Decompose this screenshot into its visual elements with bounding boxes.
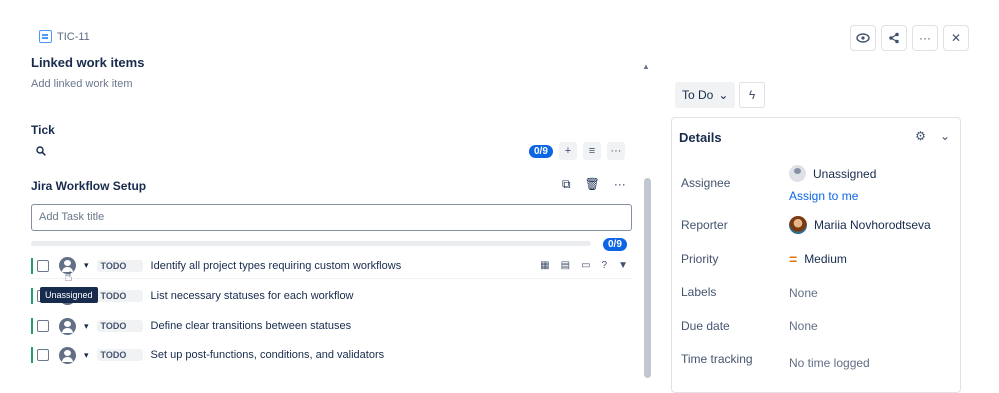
priority-name: Medium: [804, 252, 847, 266]
assign-to-me-link[interactable]: Assign to me: [789, 189, 858, 203]
details-title[interactable]: Details: [679, 130, 722, 145]
chevron-down-icon[interactable]: ▾: [84, 260, 89, 271]
tick-title: Tick: [31, 123, 55, 137]
plus-icon: +: [564, 145, 572, 157]
due-date-label: Due date: [681, 319, 730, 333]
priority-value[interactable]: = Medium: [789, 252, 847, 266]
due-date-value[interactable]: None: [789, 319, 818, 333]
scrollbar[interactable]: [644, 178, 651, 378]
more-icon: ···: [919, 31, 931, 45]
lightning-icon: ϟ: [748, 88, 756, 102]
task-row[interactable]: ▾ TODO Identify all project types requir…: [31, 253, 632, 279]
share-button[interactable]: [881, 25, 907, 51]
assignee-avatar[interactable]: [59, 317, 76, 335]
priority-label: Priority: [681, 252, 719, 266]
task-checkbox[interactable]: [37, 349, 49, 361]
avatar: [789, 216, 807, 234]
status-bar: [31, 257, 33, 274]
issue-key[interactable]: TIC-11: [39, 30, 90, 43]
add-task-input[interactable]: Add Task title: [31, 204, 632, 231]
row-tools: ▦ ▤ ▭ ? ▼: [540, 260, 628, 271]
chevron-down-icon[interactable]: ⌄: [940, 129, 950, 143]
assignee-value[interactable]: Unassigned: [789, 165, 876, 182]
task-type-icon: [39, 30, 52, 43]
close-button[interactable]: ✕: [943, 25, 969, 51]
help-icon[interactable]: ?: [602, 260, 608, 271]
task-row[interactable]: ▾ TODO List necessary statuses for each …: [31, 283, 632, 309]
details-panel: Details ⚙ ⌄ Assignee Unassigned Assign t…: [671, 117, 961, 393]
labels-value[interactable]: None: [789, 286, 818, 300]
top-actions: ··· ✕: [850, 25, 969, 51]
status-lozenge[interactable]: TODO: [96, 290, 143, 302]
add-linked-item[interactable]: Add linked work item: [31, 78, 632, 90]
issue-key-label: TIC-11: [57, 30, 90, 43]
assignee-name: Unassigned: [813, 166, 877, 181]
linked-title: Linked work items: [31, 55, 145, 70]
comment-icon[interactable]: ▤: [561, 260, 570, 271]
more-icon: ···: [610, 145, 622, 157]
progress-badge: 0/9: [603, 238, 627, 251]
status-dropdown[interactable]: To Do ⌄: [675, 82, 736, 108]
status-lozenge[interactable]: TODO: [96, 320, 143, 332]
task-row[interactable]: ▾ TODO Define clear transitions between …: [31, 313, 632, 339]
task-checkbox[interactable]: [37, 320, 49, 332]
more-icon[interactable]: ···: [614, 177, 626, 192]
progress-bar: [31, 241, 591, 246]
pointer-cursor-icon: ☝: [64, 268, 73, 284]
scroll-up-icon[interactable]: ▲: [642, 62, 650, 71]
more-actions-button[interactable]: ···: [912, 25, 938, 51]
chevron-down-icon[interactable]: ▾: [84, 350, 89, 361]
avatar: [789, 165, 806, 182]
status-lozenge[interactable]: TODO: [96, 259, 143, 272]
reporter-label: Reporter: [681, 218, 728, 232]
task-row[interactable]: ▾ TODO Set up post-functions, conditions…: [31, 342, 632, 368]
status-bar: [31, 347, 33, 363]
workflow-title: Jira Workflow Setup: [31, 179, 147, 193]
search-icon[interactable]: [36, 146, 46, 156]
status-lozenge[interactable]: TODO: [96, 349, 143, 361]
task-text[interactable]: Define clear transitions between statuse…: [151, 320, 632, 332]
add-button[interactable]: +: [558, 142, 577, 160]
chevron-down-icon[interactable]: ▾: [84, 321, 89, 332]
assignee-label: Assignee: [681, 176, 731, 190]
filter-button[interactable]: ≡: [582, 142, 601, 160]
watch-button[interactable]: [850, 25, 876, 51]
tick-count-badge: 0/9: [529, 144, 553, 158]
workflow-toolbar: ⧉ 🗑︎ ···: [562, 177, 626, 192]
time-tracking-label: Time tracking: [681, 352, 753, 366]
eye-icon: [856, 33, 870, 43]
status-bar: [31, 318, 33, 334]
status-label: To Do: [682, 88, 714, 102]
assignee-avatar[interactable]: [59, 346, 76, 364]
attachment-icon[interactable]: ▭: [581, 260, 590, 271]
linked-section: Linked work items Add linked work item: [31, 55, 632, 90]
time-tracking-value[interactable]: No time logged: [789, 356, 870, 370]
status-bar: [31, 288, 33, 304]
assignee-tooltip: Unassigned: [40, 287, 98, 303]
task-checkbox[interactable]: [37, 259, 49, 272]
filter-icon: ≡: [588, 145, 596, 157]
automation-button[interactable]: ϟ: [739, 82, 765, 108]
trash-icon[interactable]: 🗑︎: [585, 177, 600, 192]
share-icon: [889, 32, 899, 44]
details-actions: ⚙ ⌄: [915, 129, 950, 143]
labels-label: Labels: [681, 285, 717, 299]
reporter-value[interactable]: Mariia Novhorodtseva: [789, 216, 931, 234]
tick-more-button[interactable]: ···: [606, 142, 625, 160]
task-text[interactable]: Identify all project types requiring cus…: [151, 260, 541, 272]
task-text[interactable]: List necessary statuses for each workflo…: [151, 290, 632, 302]
copy-icon[interactable]: ⧉: [562, 177, 571, 192]
reporter-name: Mariia Novhorodtseva: [814, 218, 931, 232]
close-icon: ✕: [950, 31, 962, 45]
tick-toolbar: 0/9 + ≡ ···: [529, 142, 625, 160]
priority-medium-icon: =: [789, 251, 798, 267]
calendar-icon[interactable]: ▦: [540, 260, 549, 271]
trash-icon[interactable]: ▼: [618, 260, 628, 271]
gear-icon[interactable]: ⚙: [915, 129, 926, 143]
task-text[interactable]: Set up post-functions, conditions, and v…: [151, 349, 632, 361]
chevron-down-icon: ⌄: [718, 88, 729, 102]
